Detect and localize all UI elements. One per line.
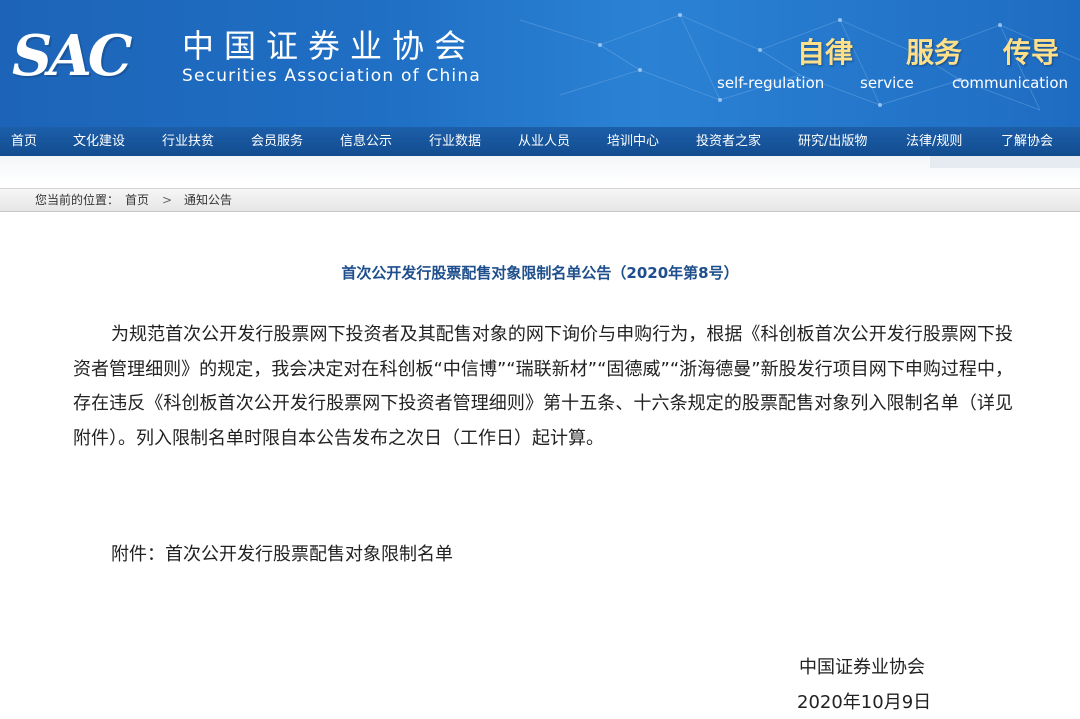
nav-item-research[interactable]: 研究/出版物 [798, 127, 867, 156]
article-attachment: 附件：首次公开发行股票配售对象限制名单 [111, 540, 453, 570]
nav-item-about[interactable]: 了解协会 [1001, 127, 1053, 156]
nav-item-training[interactable]: 培训中心 [607, 127, 659, 156]
strip-notch [930, 156, 1080, 168]
nav-item-practitioners[interactable]: 从业人员 [518, 127, 570, 156]
slogan-communication-en: communication [952, 74, 1069, 92]
org-name-en: Securities Association of China [182, 66, 481, 86]
sac-logo[interactable]: SAC [12, 28, 132, 84]
article-org-signature: 中国证券业协会 [799, 657, 925, 678]
nav-item-poverty[interactable]: 行业扶贫 [162, 127, 214, 156]
article-body: 为规范首次公开发行股票网下投资者及其配售对象的网下询价与申购行为，根据《科创板首… [73, 324, 1013, 449]
article-title: 首次公开发行股票配售对象限制名单公告（2020年第8号） [341, 264, 739, 282]
nav-item-data[interactable]: 行业数据 [429, 127, 481, 156]
header-banner: SAC 中国证券业协会 Securities Association of Ch… [0, 0, 1080, 127]
org-name-cn: 中国证券业协会 [182, 27, 477, 65]
article-date: 2020年10月9日 [797, 692, 932, 713]
nav-item-home[interactable]: 首页 [11, 127, 37, 156]
nav-shadow-strip [0, 156, 1080, 184]
attachment-link[interactable]: 首次公开发行股票配售对象限制名单 [165, 544, 453, 565]
slogan-self-regulation: 自律 [797, 36, 854, 69]
nav-item-culture[interactable]: 文化建设 [73, 127, 125, 156]
nav-item-law[interactable]: 法律/规则 [906, 127, 962, 156]
slogan-self-regulation-en: self-regulation [717, 74, 825, 92]
breadcrumb-prefix: 您当前的位置： [35, 193, 120, 207]
attachment-prefix: 附件： [111, 544, 165, 565]
nav-item-members[interactable]: 会员服务 [251, 127, 303, 156]
slogan-communication: 传导 [1003, 36, 1060, 69]
breadcrumb-home-link[interactable]: 首页 [125, 189, 149, 211]
breadcrumb-current-link[interactable]: 通知公告 [184, 189, 232, 211]
nav-item-disclosure[interactable]: 信息公示 [340, 127, 392, 156]
slogan-service-en: service [860, 74, 914, 92]
main-nav: 首页 文化建设 行业扶贫 会员服务 信息公示 行业数据 从业人员 培训中心 投资… [0, 127, 1080, 156]
slogan-service: 服务 [906, 36, 963, 69]
breadcrumb-separator: > [162, 193, 173, 207]
breadcrumb: 您当前的位置： 首页 > 通知公告 [0, 188, 1080, 212]
nav-item-investors[interactable]: 投资者之家 [696, 127, 761, 156]
